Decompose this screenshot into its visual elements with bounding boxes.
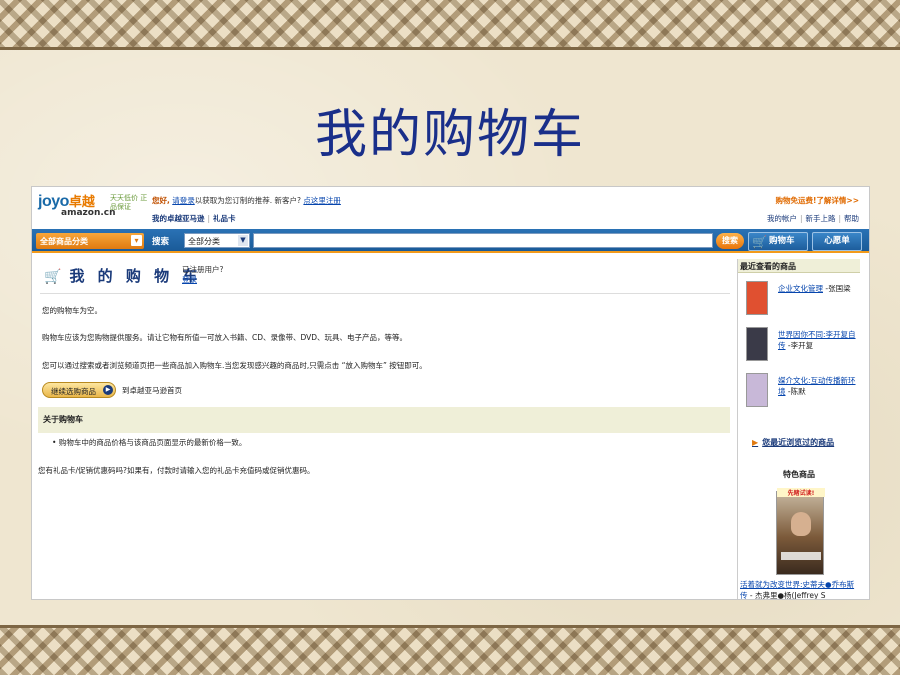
logo-amazon: amazon.cn (61, 208, 116, 218)
search-scope-select[interactable]: 全部分类 ▼ (184, 233, 250, 248)
top-links: 我的卓越亚马逊 | 礼品卡 (152, 214, 236, 223)
registered-signin: 已注册用户? 登录 (182, 265, 223, 285)
recent-item-info: 媒介文化:互动传播新环境 -陈默 (778, 375, 858, 397)
book-cover-image[interactable] (746, 281, 768, 315)
add-hint-text: 您可以通过搜索或者浏览频道页把一些商品加入购物车.当您发现感兴趣的商品时,只需点… (42, 361, 427, 370)
book-cover-image[interactable] (746, 373, 768, 407)
signin-link[interactable]: 请登录 (172, 196, 195, 205)
arrow-right-icon: ▶ (103, 385, 113, 395)
cart-tab-label: 购物车 (769, 236, 795, 246)
featured-item-author: - 杰弗里●杨(Jeffrey S (749, 591, 826, 600)
portrait-image (791, 512, 811, 536)
cover-label-strip (781, 552, 821, 560)
all-categories-label: 全部商品分类 (40, 237, 88, 246)
cart-icon: 🛒 (44, 269, 66, 285)
getting-started-link[interactable]: 新手上路 (805, 214, 835, 223)
recent-item[interactable]: 企业文化管理 -张国梁 (742, 281, 858, 321)
gift-card-link[interactable]: 礼品卡 (213, 214, 236, 223)
shipping-promo-link[interactable]: 购物免运费!了解详情>> (776, 195, 860, 206)
wishlist-tab[interactable]: 心愿单 (812, 232, 862, 251)
service-text: 购物车应该为您购物提供服务。请让它物有所值一可放入书籍、CD、录像带、DVD、玩… (42, 333, 408, 342)
my-zhuoyue-link[interactable]: 我的卓越亚马逊 (152, 214, 205, 223)
gift-card-text: 您有礼品卡/促销优惠码吗?如果有，付款时请输入您的礼品卡充值码或促销优惠码。 (38, 466, 315, 475)
help-link[interactable]: 帮助 (844, 214, 859, 223)
chevron-down-icon: ▾ (131, 235, 142, 246)
featured-item-info: 活着就为改变世界:史蒂夫●乔布斯传 - 杰弗里●杨(Jeffrey S (740, 579, 860, 600)
about-cart-bullet-text: 购物车中的商品价格与该商品页面显示的最新价格一致。 (58, 438, 247, 447)
recent-item-info: 世界因你不同:李开复自传 -李开复 (778, 329, 858, 351)
search-scope-value: 全部分类 (188, 237, 220, 246)
search-label: 搜索 (152, 237, 170, 247)
utility-links: 我的帐户 | 新手上路 | 帮助 (766, 214, 859, 223)
greeting-text: 以获取为您订制的推荐. 新客户? (194, 196, 301, 205)
recent-item-author: -陈默 (787, 387, 806, 396)
sidebar: 最近查看的商品 企业文化管理 -张国梁 世界因你不同:李开复自传 -李开复 媒介… (737, 259, 860, 600)
empty-cart-text: 您的购物车为空。 (42, 306, 102, 315)
recent-item[interactable]: 媒介文化:互动传播新环境 -陈默 (742, 373, 858, 413)
recent-item-title[interactable]: 企业文化管理 (778, 284, 823, 293)
continue-shopping-button[interactable]: 继续选购商品 ▶ (42, 382, 116, 398)
cart-tab[interactable]: 🛒 购物车 (748, 232, 808, 251)
site-logo[interactable]: joyo卓越 amazon.cn 天天低价 正品保证 (38, 191, 147, 218)
search-button[interactable]: 搜索 (716, 233, 744, 249)
slide-title: 我的购物车 (314, 105, 585, 165)
continue-shopping-label: 继续选购商品 (51, 387, 96, 396)
page-heading: 🛒 我 的 购 物 车 (44, 265, 201, 286)
logo-tagline: 天天低价 正品保证 (110, 194, 148, 211)
registered-prompt: 已注册用户? (182, 265, 224, 274)
continue-destination-label: 到卓越亚马逊首页 (122, 386, 182, 395)
recent-items-header: 最近查看的商品 (738, 259, 860, 273)
recent-history-label: 您最近浏览过的商品 (762, 438, 835, 447)
search-input[interactable] (253, 233, 713, 248)
featured-book-cover[interactable]: 先睹试读! (776, 488, 825, 575)
decorative-border-bottom (0, 625, 900, 675)
greeting-hello: 您好, (152, 196, 170, 205)
recent-item-info: 企业文化管理 -张国梁 (778, 283, 858, 294)
recent-history-link[interactable]: ▶ 您最近浏览过的商品 (752, 437, 834, 448)
recent-item-author: -张国梁 (825, 284, 851, 293)
navbar: 全部商品分类 ▾ 搜索 全部分类 ▼ 搜索 🛒 购物车 心愿单 (32, 229, 869, 253)
decorative-border-top (0, 0, 900, 50)
chevron-down-icon: ▼ (238, 235, 248, 246)
featured-header: 特色商品 (783, 470, 815, 479)
recent-item[interactable]: 世界因你不同:李开复自传 -李开复 (742, 327, 858, 367)
preview-badge: 先睹试读! (777, 488, 825, 497)
about-cart-header: 关于购物车 (38, 407, 730, 433)
main-signin-link[interactable]: 登录 (182, 275, 197, 284)
register-link[interactable]: 点这里注册 (303, 196, 341, 205)
triangle-right-icon: ▶ (752, 438, 759, 447)
cart-icon: 🛒 (752, 235, 767, 249)
recent-item-author: -李开复 (787, 341, 814, 350)
about-cart-bullet: • 购物车中的商品价格与该商品页面显示的最新价格一致。 (52, 437, 246, 448)
bullet-icon: • (52, 438, 57, 447)
cart-page-screenshot: joyo卓越 amazon.cn 天天低价 正品保证 您好, 请登录以获取为您订… (31, 186, 870, 600)
all-categories-dropdown[interactable]: 全部商品分类 ▾ (36, 233, 144, 249)
divider (40, 293, 730, 294)
my-account-link[interactable]: 我的帐户 (767, 214, 797, 223)
book-cover-image[interactable] (746, 327, 768, 361)
main-content: 🛒 我 的 购 物 车 已注册用户? 登录 您的购物车为空。 购物车应该为您购物提… (32, 257, 736, 599)
greeting: 您好, 请登录以获取为您订制的推荐. 新客户? 点这里注册 (152, 195, 341, 206)
